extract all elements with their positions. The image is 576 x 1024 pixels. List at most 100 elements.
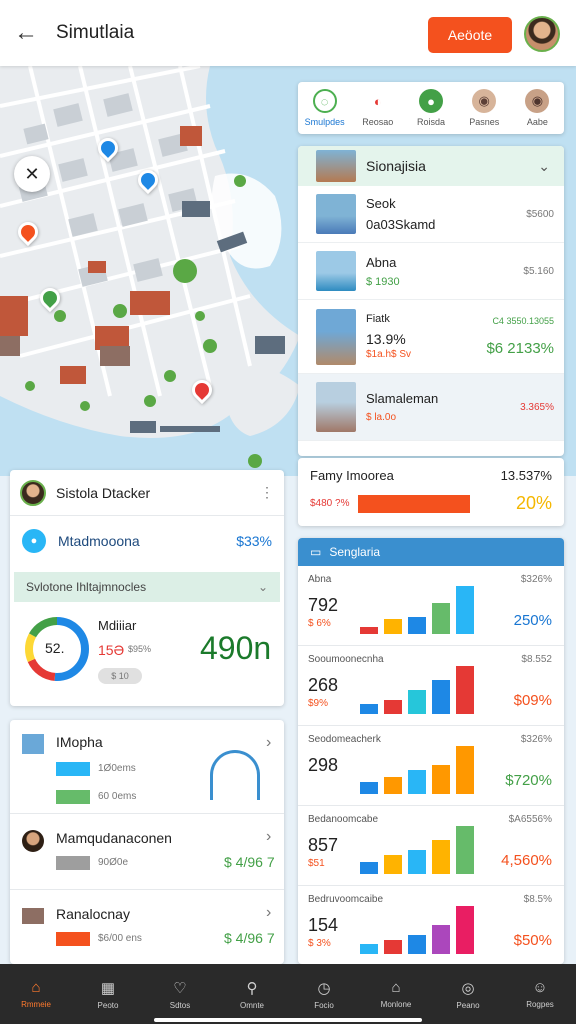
seller-dropdown[interactable]: Svlotone Ihltajmnocles ⌄ [14,572,280,602]
profile-4-icon: ◉ [525,89,550,113]
seller-metric-row[interactable]: ● Mtadmooona $33% [10,516,284,566]
item-bar [56,856,90,870]
destination-price: C4 3550.13055 [492,316,554,326]
mini-bar [408,935,426,954]
stat-row[interactable]: Sooumoonecnha 268 $9% $8.552 $09% [298,646,564,726]
destination-sub: $ la.0o [366,412,397,423]
destinations-title: Sionajisia [366,158,426,174]
stat-row[interactable]: Bedruvoomcaibe 154 $ 3% $8.5% $50% [298,886,564,964]
destination-item[interactable]: Fiatk 13.9% $1a.h$ Sv C4 3550.13055 $6 2… [298,300,564,374]
nav-item-1[interactable]: ▦ Peoto [72,964,144,1024]
stat-percent: 250% [513,612,552,629]
mini-bar [432,765,450,794]
nav-item-4[interactable]: ◷ Focio [288,964,360,1024]
destination-change: $6 2133% [486,340,554,357]
mini-bar-chart [360,666,474,714]
tab-label: Reosao [362,117,394,127]
stat-row[interactable]: Bedanoomcabe 857 $51 $A6556% 4,560% [298,806,564,886]
destinations-header[interactable]: Sionajisia ⌄ [298,146,564,186]
item-title: Ranalocnay [56,906,130,922]
mini-bar [456,746,474,794]
stat-percent: $50% [513,932,552,949]
mini-bar-chart [360,746,474,794]
destination-name: Seok [366,196,396,211]
nav-3-icon: ⚲ [246,979,258,997]
mini-bar [360,782,378,794]
nav-item-0[interactable]: ⌂ Rmmeie [0,964,72,1024]
seller-big-value: 490n [200,630,272,666]
list-item[interactable]: Ranalocnay $6/00 ens $ 4/96 7 › [10,890,284,962]
nav-item-5[interactable]: ⌂ Monlone [360,964,432,1024]
more-vertical-icon[interactable]: ⋮ [260,484,274,501]
user-avatar[interactable] [524,16,560,52]
profile-3-icon: ◉ [472,89,497,113]
nav-item-2[interactable]: ♡ Sdtos [144,964,216,1024]
panel-icon: ▭ [310,545,322,559]
stat-row[interactable]: Seodomeacherk 298 $326% $720% [298,726,564,806]
mini-bar [408,690,426,714]
item-avatar [22,830,44,852]
mini-bar [360,627,378,634]
bottom-navigation: ⌂ Rmmeie ▦ Peoto ♡ Sdtos ⚲ Omnte ◷ Focio ⌂ Monlone ◎… [0,964,576,1024]
stat-top-right: $326% [520,574,552,585]
tab-0[interactable]: ◌ Smulpdes [298,82,351,134]
mini-bar [456,826,474,874]
stats-header[interactable]: ▭ Senglaria [298,538,564,566]
category-0-icon: ◌ [312,89,337,113]
list-item[interactable]: IMopha 1Ø0ems 60 0ems › [10,720,284,814]
nav-item-6[interactable]: ◎ Peano [432,964,504,1024]
compass-icon: ✕ [24,163,40,184]
gauge-value: 15Ə [98,642,125,658]
list-item[interactable]: Mamqudanaconen 90Ø0e $ 4/96 7 › [10,814,284,890]
building-icon [210,750,260,800]
tab-1[interactable]: ◐ Reosao [351,82,404,134]
nav-0-icon: ⌂ [31,979,41,996]
nav-4-icon: ◷ [317,979,331,997]
destination-thumbnail [316,308,356,365]
gauge-pill: $ 10 [98,668,142,684]
item-line: $6/00 ens [98,933,142,944]
gauge-label: Mdiiiar [98,618,137,633]
stat-row[interactable]: Abna 792 $ 6% $326% 250% [298,566,564,646]
item-line: 90Ø0e [98,857,129,868]
tab-3[interactable]: ◉ Pasnes [458,82,511,134]
seller-gauge-area: 52. Mdiiiar 15Ə $95% $ 10 490n [10,608,284,706]
chevron-down-icon[interactable]: ⌄ [538,158,550,175]
item-line: 1Ø0ems [98,763,136,774]
destination-price: 3.365% [520,401,554,413]
seller-header[interactable]: Sistola Dtacker ⋮ [10,470,284,516]
category-2-icon: ● [419,89,443,113]
family-bar [358,494,470,513]
item-title: Mamqudanaconen [56,830,172,846]
mini-bar [408,770,426,794]
back-arrow-icon[interactable]: ← [14,19,44,47]
item-value: $ 4/96 7 [224,930,275,946]
gauge-center-value: 52. [45,640,65,656]
destination-item[interactable]: Abna $ 1930 $5.160 [298,243,564,300]
destination-rate: 13.9% [366,331,406,347]
mini-bar [432,925,450,954]
mini-bar [408,850,426,874]
seller-metric-label: Mtadmooona [58,533,140,549]
compass-button[interactable]: ✕ [14,156,50,192]
destination-item[interactable]: Slamaleman $ la.0o 3.365% [298,374,564,441]
destination-sub: $ 1930 [366,275,400,288]
item-thumbnail [22,734,44,754]
header-action-button[interactable]: Aeöote [428,17,512,53]
family-title: Famy Imoorea [310,468,394,483]
nav-item-3[interactable]: ⚲ Omnte [216,964,288,1024]
stat-percent: $720% [505,772,552,789]
family-card[interactable]: Famy Imoorea 13.537% $480 ?% 20% [298,458,564,526]
seller-tracker-card: Sistola Dtacker ⋮ ● Mtadmooona $33% Svlo… [10,470,284,706]
nav-item-7[interactable]: ☺ Rogpes [504,964,576,1024]
nav-7-icon: ☺ [532,979,548,996]
destination-thumbnail [316,194,356,234]
stat-percent: 4,560% [501,852,552,869]
tab-2[interactable]: ● Roisda [404,82,457,134]
destination-sub: $1a.h$ Sv [366,349,412,360]
nav-6-icon: ◎ [461,979,475,997]
seller-avatar [20,479,46,506]
destination-sub: 0a03Skamd [366,217,436,232]
destination-item[interactable]: Seok 0a03Skamd $5600 [298,186,564,243]
tab-4[interactable]: ◉ Aabe [511,82,564,134]
